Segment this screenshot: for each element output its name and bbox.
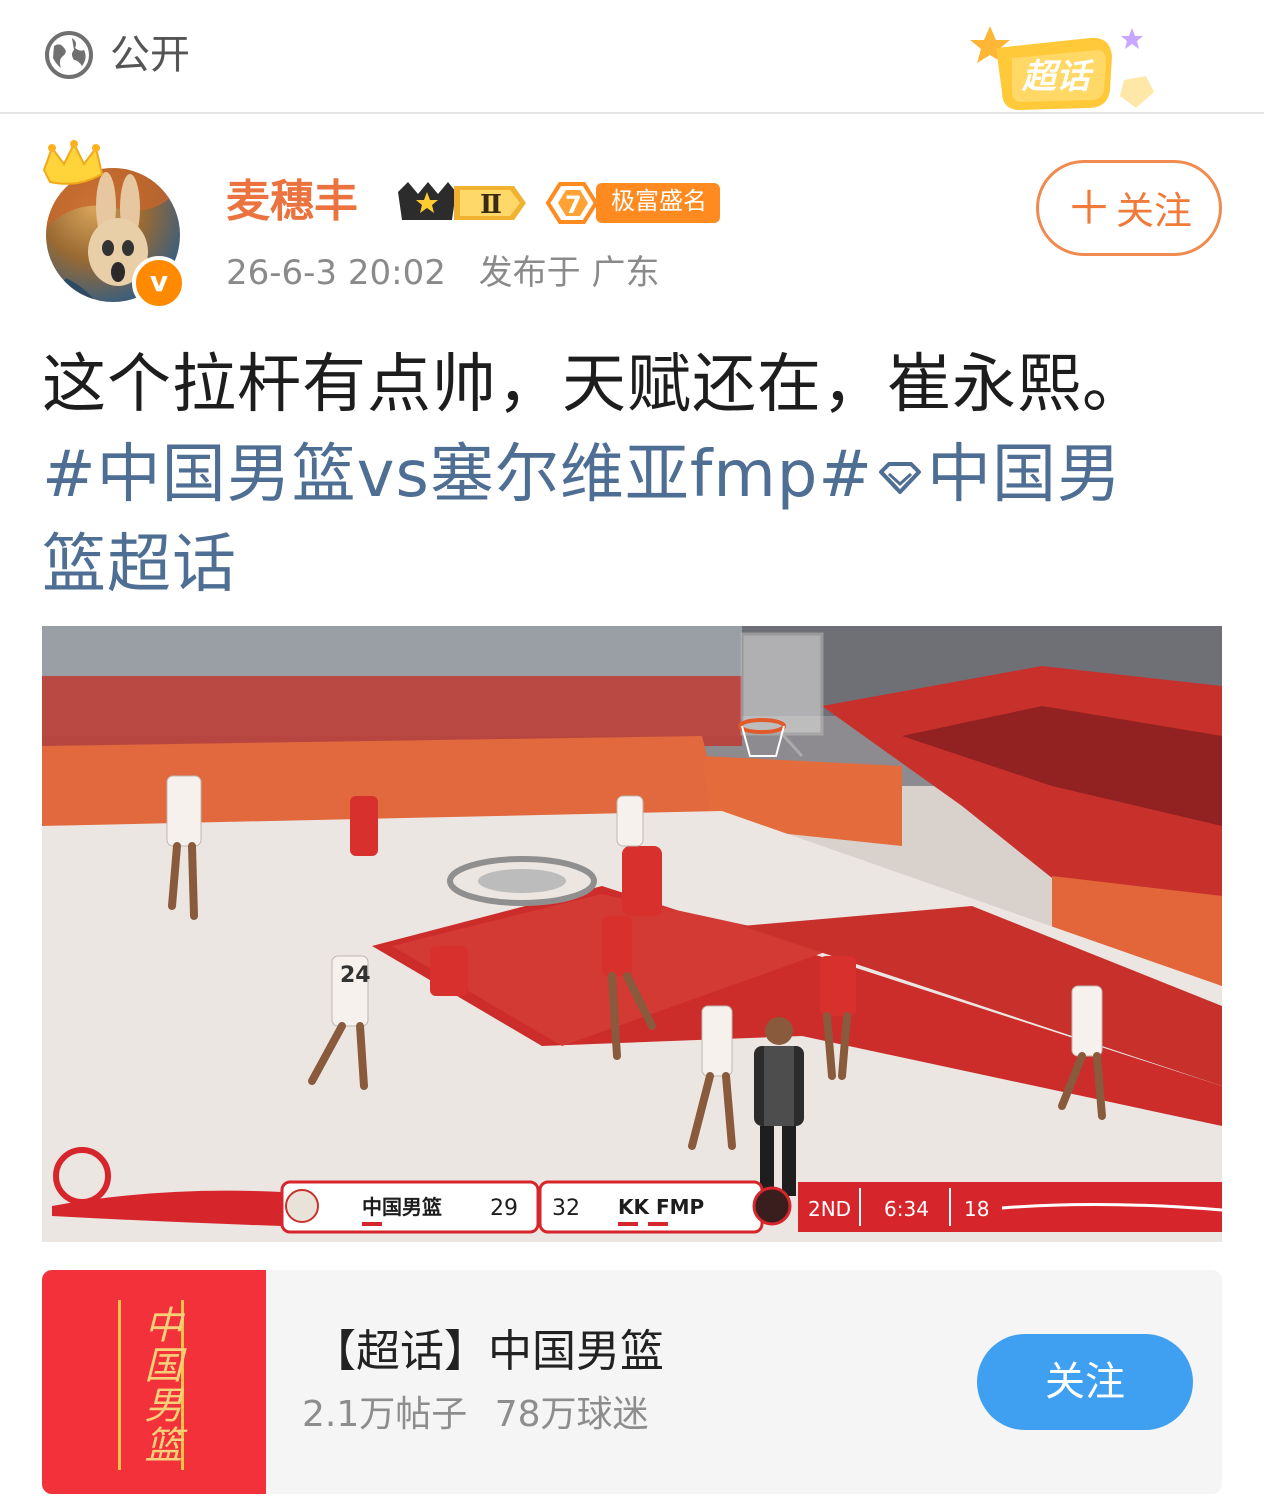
post-location: 发布于 广东: [478, 253, 660, 293]
video-frame: 24 中国男篮 29 32 KK FMP 2ND 6:34 18: [42, 626, 1222, 1242]
plus-icon: ＋: [1065, 181, 1112, 235]
fame-label: 极富盛名: [611, 187, 707, 215]
video-player[interactable]: 24 中国男篮 29 32 KK FMP 2ND 6:34 18: [42, 626, 1222, 1242]
supertopic-card[interactable]: 中国男篮 【超话】中国男篮 2.1万帖子 78万球迷 关注: [42, 1270, 1222, 1494]
post-text: 这个拉杆有点帅，天赋还在，崔永熙。: [42, 348, 1147, 422]
follow-button[interactable]: ＋关注: [1036, 160, 1222, 256]
visibility-bar: 公开 超话: [0, 0, 1264, 114]
card-stats: 2.1万帖子 78万球迷: [302, 1388, 665, 1442]
topic-tag-link[interactable]: #中国男篮vs塞尔维亚fmp#: [42, 438, 873, 512]
visibility-label: 公开: [110, 32, 190, 78]
verified-badge-icon: v: [132, 256, 186, 310]
post-body: 这个拉杆有点帅，天赋还在，崔永熙。 #中国男篮vs塞尔维亚fmp# 中国男 篮超话: [42, 340, 1242, 610]
post-count: 2.1万帖子: [302, 1394, 468, 1435]
supertopic-badge-text: 超话: [1021, 57, 1095, 97]
post-time: 26-6-3 20:02: [226, 253, 446, 293]
thumbnail-text: 中国男篮: [118, 1300, 184, 1470]
home-team: 中国男篮: [362, 1195, 442, 1219]
jersey-number: 24: [340, 963, 371, 988]
supertopic-thumbnail[interactable]: 中国男篮: [42, 1270, 266, 1494]
card-follow-button[interactable]: 关注: [977, 1334, 1193, 1430]
away-score: 32: [552, 1196, 580, 1221]
vip-crown-icon[interactable]: Ⅱ: [394, 178, 530, 228]
fame-level: 7: [565, 191, 582, 219]
globe-icon: [45, 31, 93, 79]
username[interactable]: 麦穗丰: [226, 172, 358, 232]
supertopic-badge-icon[interactable]: 超话: [960, 18, 1170, 112]
post-meta: 26-6-3 20:02 发布于 广东: [226, 248, 681, 298]
diamond-icon: [878, 462, 921, 495]
home-score: 29: [490, 1196, 518, 1221]
crown-icon: [42, 140, 104, 185]
game-period: 2ND: [808, 1197, 851, 1221]
vip-level: Ⅱ: [480, 190, 502, 220]
away-team: KK FMP: [618, 1195, 704, 1219]
card-title[interactable]: 【超话】中国男篮: [312, 1322, 664, 1382]
shot-clock: 18: [964, 1197, 989, 1221]
game-clock: 6:34: [884, 1197, 929, 1221]
fan-count: 78万球迷: [494, 1394, 649, 1435]
follow-label: 关注: [1115, 189, 1192, 233]
